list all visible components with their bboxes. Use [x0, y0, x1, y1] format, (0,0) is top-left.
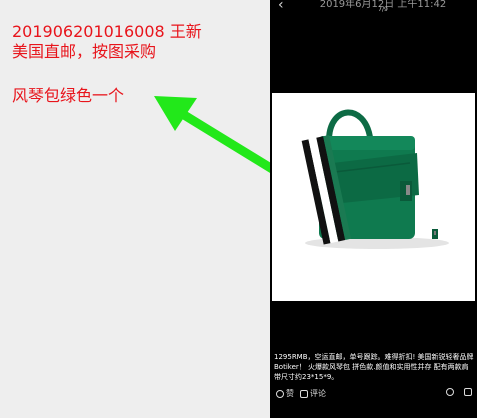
heart-icon [276, 389, 284, 398]
photo-counter: 7/9 [378, 6, 388, 13]
back-arrow-icon[interactable]: ‹ [278, 0, 284, 13]
purchase-instruction: 美国直邮，按图采购 [12, 42, 157, 61]
comment-button[interactable]: 评论 [300, 388, 326, 399]
handbag-image [272, 93, 475, 301]
post-caption: 1295RMB，空运直邮，单号跟踪。难得折扣! 美国新锐轻奢品牌Botiker！… [274, 353, 474, 381]
comment-label: 评论 [310, 389, 326, 398]
order-number-and-name: 201906201016008 王新 [12, 22, 202, 41]
more-icon [464, 388, 472, 396]
share-button[interactable] [446, 388, 454, 396]
action-bar: 赞 评论 [270, 388, 477, 402]
product-photo[interactable] [272, 93, 475, 301]
comment-icon [300, 389, 308, 398]
share-icon [446, 388, 454, 396]
like-label: 赞 [286, 389, 294, 398]
phone-screenshot: ‹ 2019年6月12日 上午11:42 7/9 1295RMB，空运直邮，单号… [270, 0, 477, 418]
like-button[interactable]: 赞 [276, 388, 294, 399]
more-button[interactable] [464, 388, 472, 396]
note-panel: 201906201016008 王新 美国直邮，按图采购 风琴包绿色一个 [0, 0, 270, 418]
item-request: 风琴包绿色一个 [12, 86, 125, 105]
top-bar: ‹ 2019年6月12日 上午11:42 7/9 [270, 0, 477, 20]
